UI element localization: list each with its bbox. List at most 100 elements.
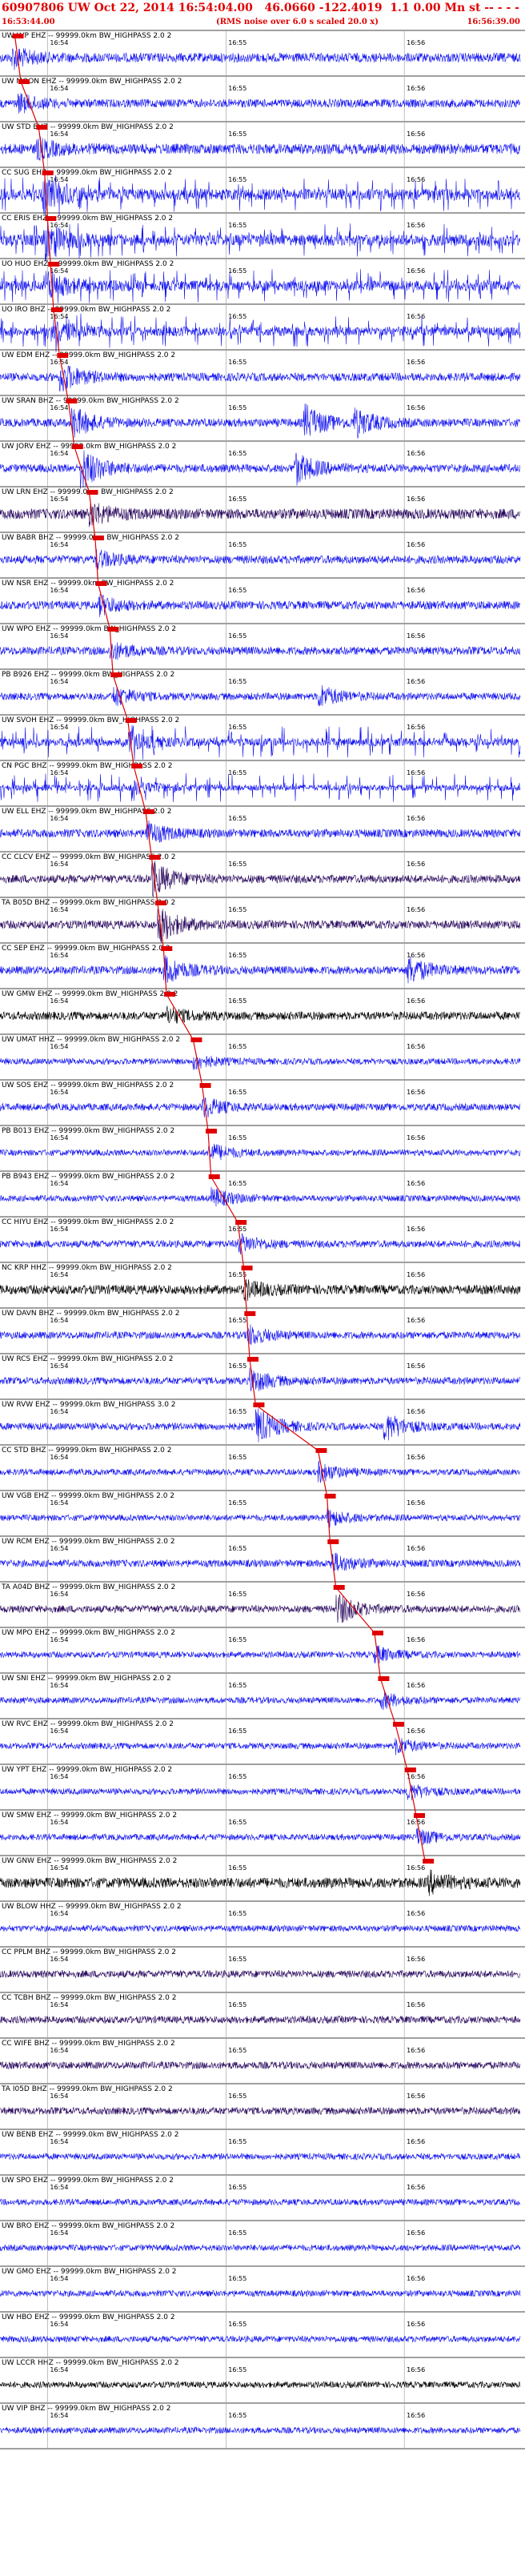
- trace-label: UW LVP EHZ -- 99999.0km BW_HIGHPASS 2.0 …: [2, 32, 171, 40]
- minute-tick-label: 16:56: [407, 1591, 425, 1598]
- minute-tick-label: 16:55: [228, 1043, 246, 1050]
- pick-marker: [247, 1357, 258, 1362]
- minute-tick-label: 16:56: [407, 2229, 425, 2237]
- minute-tick-label: 16:54: [50, 176, 68, 183]
- waveform: [0, 175, 521, 216]
- minute-tick-label: 16:55: [228, 1362, 246, 1370]
- minute-tick-label: 16:55: [228, 176, 246, 183]
- waveform: [0, 1055, 521, 1070]
- minute-tick-label: 16:54: [50, 1454, 68, 1461]
- trace-label: NC KRP HHZ -- 99999.0km BW_HIGHPASS 2.0 …: [2, 1264, 172, 1272]
- minute-tick-label: 16:56: [407, 1499, 425, 1507]
- trace-label: UW WPO EHZ -- 99999.0km BW_HIGHPASS 2.0 …: [2, 625, 176, 633]
- trace-label: UW SMW EHZ -- 99999.0km BW_HIGHPASS 2.0 …: [2, 1812, 177, 1820]
- minute-tick-label: 16:54: [50, 1591, 68, 1598]
- trace-row: UW BLOW HHZ -- 99999.0km BW_HIGHPASS 2.0…: [0, 1900, 525, 1946]
- waveform: [0, 909, 521, 944]
- trace-label: UW SPO EHZ -- 99999.0km BW_HIGHPASS 2.0 …: [2, 2177, 174, 2185]
- minute-tick-label: 16:55: [228, 1454, 246, 1461]
- waveform: [0, 955, 521, 984]
- minute-tick-label: 16:54: [50, 1773, 68, 1780]
- trace-label: UW UMAT HHZ -- 99999.0km BW_HIGHPASS 2.0…: [2, 1036, 180, 1044]
- minute-tick-label: 16:55: [228, 39, 246, 46]
- minute-tick-label: 16:55: [228, 1636, 246, 1643]
- minute-tick-label: 16:54: [50, 2412, 68, 2419]
- trace-row: UW HBO EHZ -- 99999.0km BW_HIGHPASS 2.0 …: [0, 2311, 525, 2357]
- minute-tick-label: 16:55: [228, 267, 246, 275]
- minute-tick-label: 16:54: [50, 632, 68, 640]
- waveform: [0, 403, 521, 439]
- minute-tick-label: 16:55: [228, 1819, 246, 1826]
- waveform: [0, 2426, 521, 2435]
- minute-tick-label: 16:56: [407, 1362, 425, 1370]
- minute-tick-label: 16:56: [407, 678, 425, 685]
- trace-row: UW NSR EHZ -- 99999.0km BW_HIGHPASS 2.0 …: [0, 577, 525, 623]
- trace-label: CC HIYU EHZ -- 99999.0km BW_HIGHPASS 2.0…: [2, 1218, 174, 1226]
- trace-label: UW SNI EHZ -- 99999.0km BW_HIGHPASS 2.0 …: [2, 1675, 171, 1683]
- trace-row: PB B013 EHZ -- 99999.0km BW_HIGHPASS 2.0…: [0, 1125, 525, 1170]
- waveform: [0, 1367, 521, 1392]
- pick-marker: [48, 262, 60, 267]
- minute-tick-label: 16:54: [50, 997, 68, 1005]
- trace-label: TA A04D BHZ -- 99999.0km BW_HIGHPASS 2.0…: [1, 1583, 175, 1591]
- pick-marker: [154, 901, 166, 905]
- minute-tick-label: 16:54: [50, 2184, 68, 2191]
- minute-tick-label: 16:55: [228, 1499, 246, 1507]
- minute-tick-label: 16:56: [407, 222, 425, 229]
- trace-label: UW GNW EHZ -- 99999.0km BW_HIGHPASS 2.0 …: [2, 1857, 177, 1865]
- minute-tick-label: 16:54: [50, 2047, 68, 2054]
- waveform: [0, 1143, 521, 1161]
- trace-label: UW LCCR HHZ -- 99999.0km BW_HIGHPASS 2.0…: [2, 2359, 179, 2367]
- trace-row: UW JORV EHZ -- 99999.0km BW_HIGHPASS 2.0…: [0, 440, 525, 489]
- waveform: [0, 1233, 521, 1255]
- waveform: [0, 2244, 521, 2252]
- minute-tick-label: 16:54: [50, 1727, 68, 1735]
- minute-tick-label: 16:54: [50, 724, 68, 731]
- trace-label: UO HUO EHZ -- 99999.0km BW_HIGHPASS 2.0 …: [2, 260, 174, 268]
- trace-row: UW RCM EHZ -- 99999.0km BW_HIGHPASS 2.0 …: [0, 1535, 525, 1581]
- minute-tick-label: 16:54: [50, 313, 68, 320]
- trace-row: UW SOS EHZ -- 99999.0km BW_HIGHPASS 2.0 …: [0, 1079, 525, 1125]
- trace-row: UW BENB EHZ -- 99999.0km BW_HIGHPASS 2.0…: [0, 2129, 525, 2174]
- minute-tick-label: 16:56: [407, 632, 425, 640]
- minute-tick-label: 16:56: [407, 2366, 425, 2373]
- minute-tick-label: 16:54: [50, 1910, 68, 1917]
- trace-row: CC SUG EHZ -- 99999.0km BW_HIGHPASS 2.0 …: [0, 167, 525, 216]
- trace-label: PB B926 EHZ -- 99999.0km BW_HIGHPASS 2.0…: [2, 671, 174, 679]
- minute-tick-label: 16:55: [228, 222, 246, 229]
- minute-tick-label: 16:55: [228, 2138, 246, 2145]
- waveform: [0, 724, 521, 760]
- minute-tick-label: 16:56: [407, 861, 425, 868]
- trace-label: UW YPT EHZ -- 99999.0km BW_HIGHPASS 2.0 …: [2, 1766, 172, 1774]
- minute-tick-label: 16:56: [407, 267, 425, 275]
- minute-tick-label: 16:54: [50, 1408, 68, 1415]
- minute-tick-label: 16:56: [407, 1636, 425, 1643]
- trace-label: CC STD BHZ -- 99999.0km BW_HIGHPASS 2.0 …: [2, 1446, 171, 1455]
- trace-label: UW HBO EHZ -- 99999.0km BW_HIGHPASS 2.0 …: [2, 2313, 175, 2321]
- trace-label: UW RVW EHZ -- 99999.0km BW_HIGHPASS 3.0 …: [2, 1401, 176, 1409]
- pick-marker: [327, 1539, 339, 1544]
- waveform: [0, 48, 521, 70]
- minute-tick-label: 16:55: [228, 496, 246, 503]
- minute-tick-label: 16:55: [228, 1089, 246, 1096]
- minute-tick-label: 16:54: [50, 861, 68, 868]
- trace-label: PB B013 EHZ -- 99999.0km BW_HIGHPASS 2.0…: [2, 1127, 174, 1135]
- pick-marker: [206, 1129, 217, 1134]
- waveform: [0, 1408, 521, 1442]
- minute-tick-label: 16:54: [50, 2275, 68, 2282]
- waveform: [0, 1691, 521, 1711]
- minute-tick-label: 16:55: [228, 952, 246, 959]
- minute-tick-label: 16:56: [407, 906, 425, 913]
- trace-label: UW SOS EHZ -- 99999.0km BW_HIGHPASS 2.0 …: [2, 1081, 174, 1089]
- pick-marker: [18, 79, 30, 84]
- trace-row: UW SVOH EHZ -- 99999.0km BW_HIGHPASS 2.0…: [0, 714, 525, 760]
- waveform: [0, 1924, 521, 1932]
- minute-tick-label: 16:56: [407, 2321, 425, 2328]
- trace-row: UW STD EHZ -- 99999.0km BW_HIGHPASS 2.0 …: [0, 121, 525, 167]
- minute-tick-label: 16:55: [228, 1180, 246, 1187]
- minute-tick-label: 16:55: [228, 85, 246, 92]
- trace-label: UW NSR EHZ -- 99999.0km BW_HIGHPASS 2.0 …: [2, 580, 174, 588]
- minute-tick-label: 16:56: [407, 1271, 425, 1278]
- minute-tick-label: 16:54: [50, 1636, 68, 1643]
- trace-row: UW ELL EHZ -- 99999.0km BW_HIGHPASS 2.0 …: [0, 805, 525, 851]
